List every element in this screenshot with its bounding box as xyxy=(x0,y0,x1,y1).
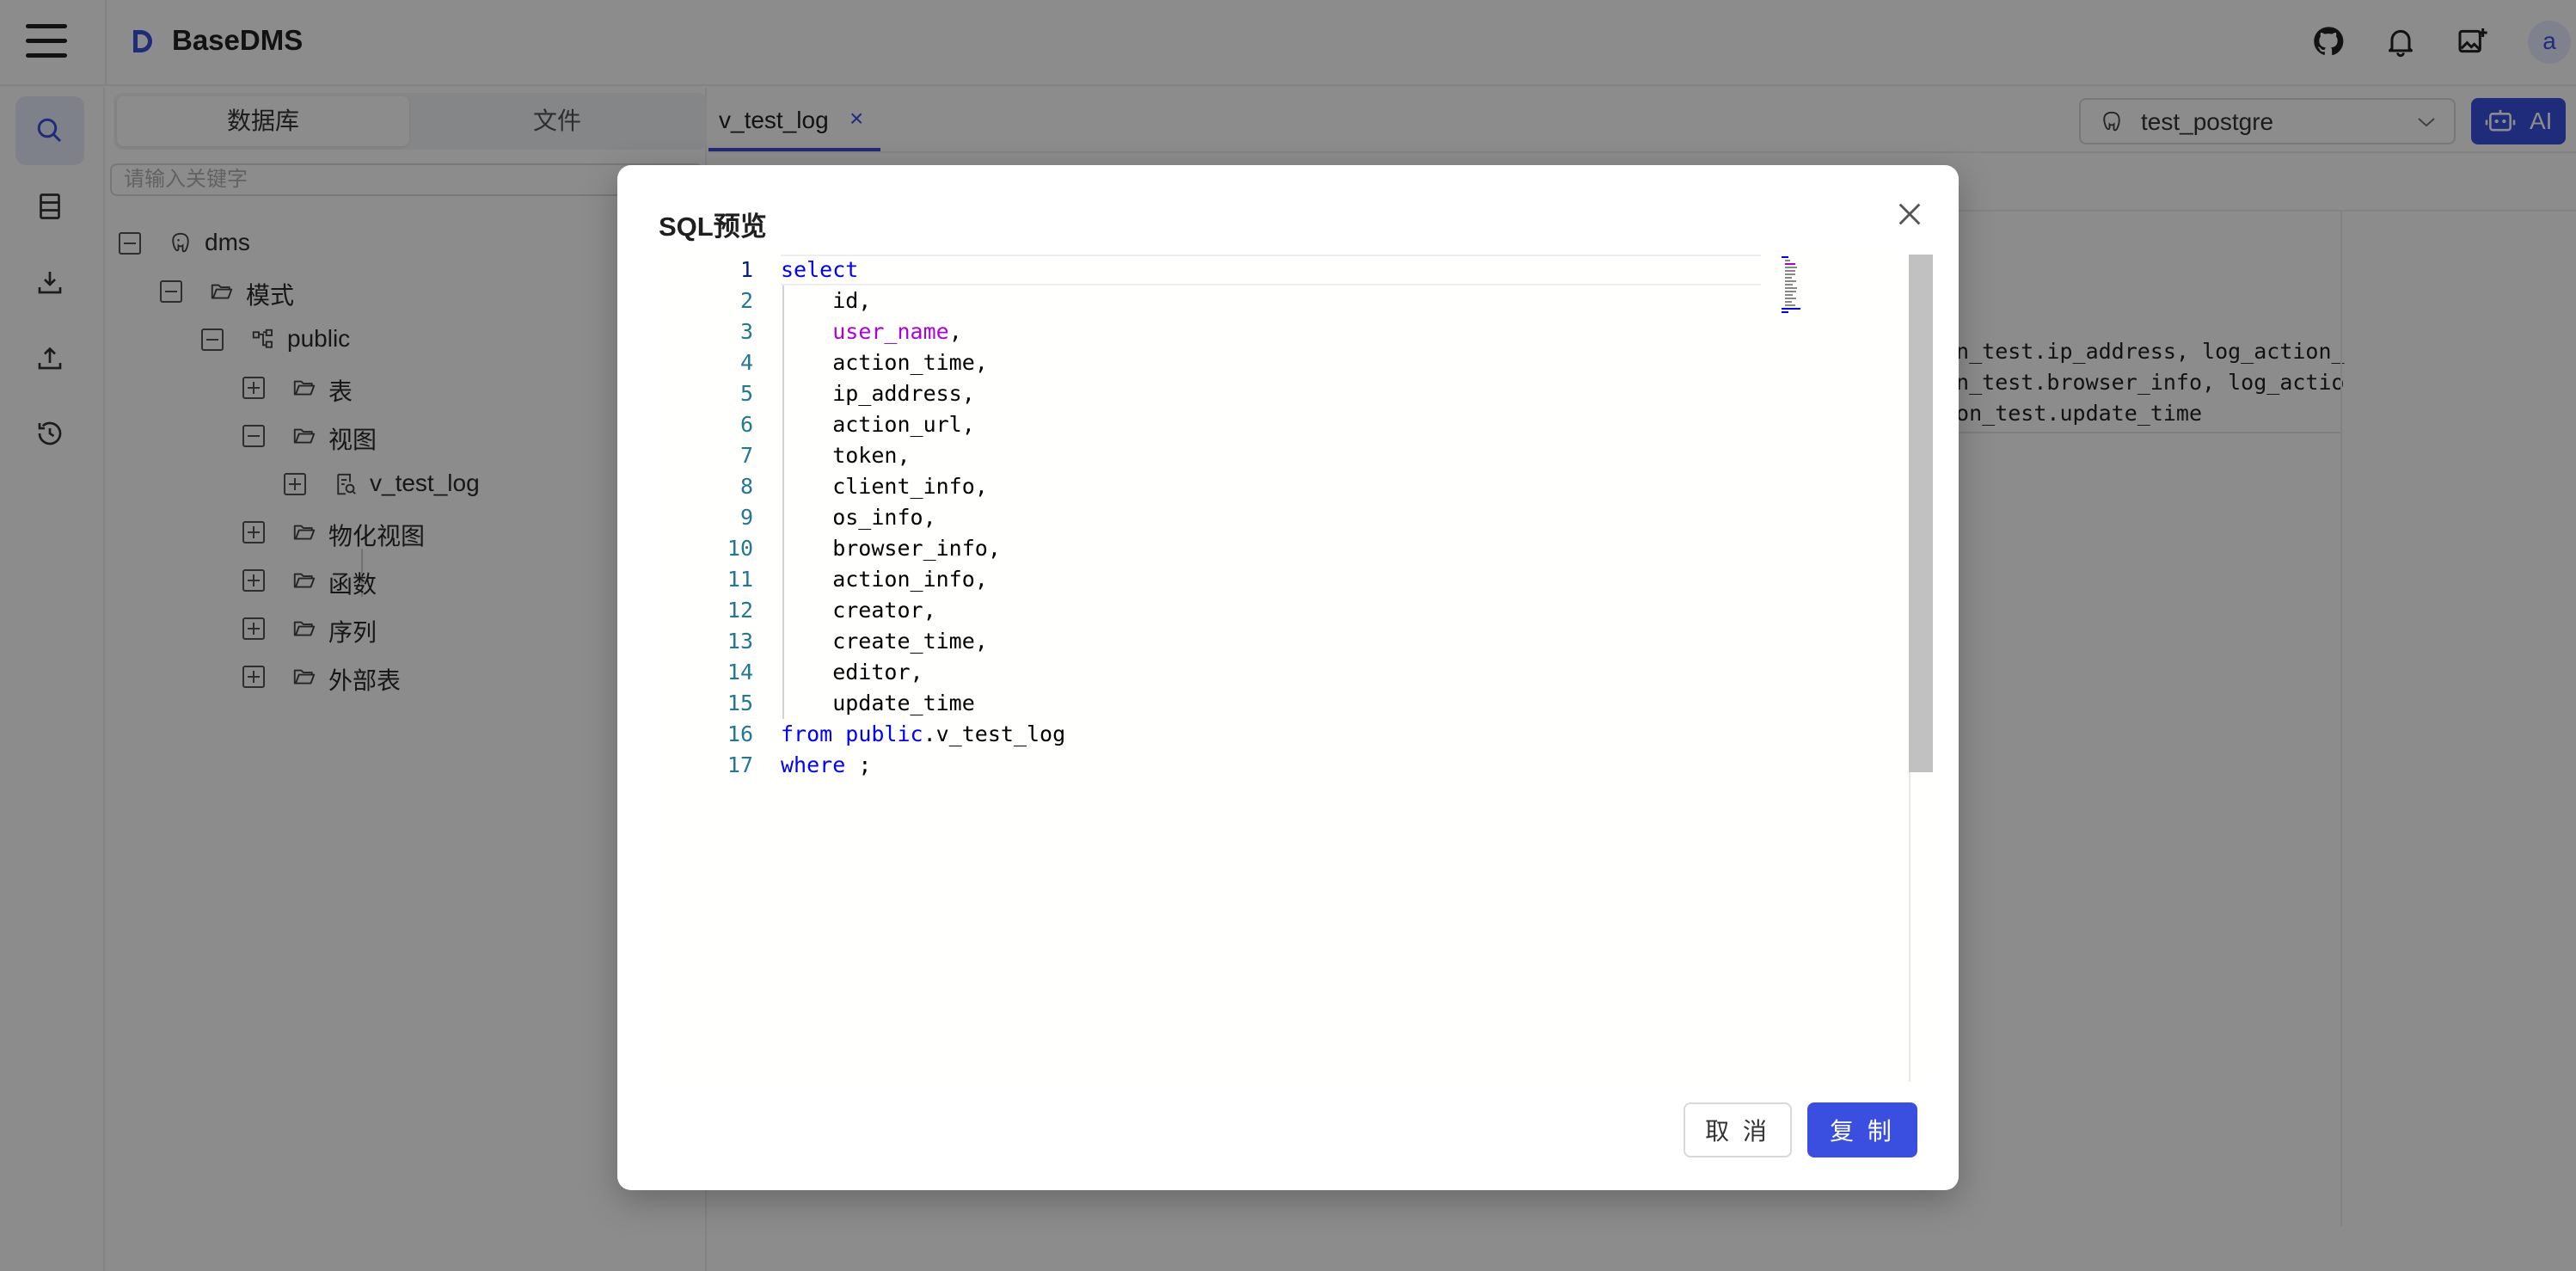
code-area[interactable]: select id, user_name, action_time, ip_ad… xyxy=(781,255,1866,1082)
code-text: os_info, xyxy=(781,505,936,530)
code-line: browser_info, xyxy=(781,533,1001,564)
code-text: creator, xyxy=(781,598,936,623)
code-text: client_info, xyxy=(781,474,988,499)
line-number: 9 xyxy=(739,505,753,530)
code-text: action_url, xyxy=(781,412,975,437)
code-text: update_time xyxy=(781,691,975,715)
code-text: create_time, xyxy=(781,629,988,654)
line-number: 1 xyxy=(739,257,753,282)
scrollbar-thumb[interactable] xyxy=(1909,255,1933,772)
line-number: 4 xyxy=(739,350,753,375)
code-text: id, xyxy=(781,288,872,313)
close-icon[interactable] xyxy=(1895,200,1924,229)
line-number: 12 xyxy=(727,598,753,623)
line-number: 7 xyxy=(739,443,753,468)
code-line: ip_address, xyxy=(781,378,975,409)
code-text: action_info, xyxy=(781,567,988,592)
line-number: 17 xyxy=(727,752,753,777)
line-number: 8 xyxy=(739,474,753,499)
sql-preview-dialog: SQL预览 1 2 3 4 5 6 7 8 9 10 11 12 13 14 15 16 17 select i… xyxy=(617,165,1959,1190)
code-text: token, xyxy=(781,443,911,468)
cancel-button[interactable]: 取 消 xyxy=(1684,1102,1792,1157)
code-line: action_info, xyxy=(781,564,988,595)
code-line: from public.v_test_log xyxy=(781,719,1065,750)
code-text: , xyxy=(948,319,962,344)
code-text: ; xyxy=(845,752,872,777)
line-number: 15 xyxy=(727,691,753,715)
sql-keyword: select xyxy=(781,257,859,282)
code-line: action_time, xyxy=(781,347,988,378)
line-number: 11 xyxy=(727,567,753,592)
code-line: token, xyxy=(781,440,911,471)
code-line: select xyxy=(781,255,858,286)
code-text: editor, xyxy=(781,660,923,685)
sql-identifier: user_name xyxy=(832,319,949,344)
code-line: client_info, xyxy=(781,471,988,502)
editor-minimap[interactable] xyxy=(1782,255,1823,315)
code-line: user_name, xyxy=(781,316,962,347)
line-number: 3 xyxy=(739,319,753,344)
line-number: 5 xyxy=(739,381,753,406)
line-number: 2 xyxy=(739,288,753,313)
code-line: action_url, xyxy=(781,409,975,440)
code-text: browser_info, xyxy=(781,536,1001,561)
code-line: update_time xyxy=(781,688,975,719)
current-line-highlight xyxy=(781,255,1761,286)
code-text: action_time, xyxy=(781,350,988,375)
code-line: id, xyxy=(781,286,871,316)
line-number: 10 xyxy=(727,536,753,561)
line-number: 14 xyxy=(727,660,753,685)
code-line: creator, xyxy=(781,595,936,626)
sql-code-editor[interactable]: 1 2 3 4 5 6 7 8 9 10 11 12 13 14 15 16 17 select id, use… xyxy=(659,255,1933,1082)
line-number: 16 xyxy=(727,721,753,746)
line-number: 6 xyxy=(739,412,753,437)
sql-keyword: where xyxy=(781,752,846,777)
code-line: where ; xyxy=(781,750,871,781)
code-text: ip_address, xyxy=(781,381,975,406)
dialog-title: SQL预览 xyxy=(659,212,767,242)
line-number-gutter: 1 2 3 4 5 6 7 8 9 10 11 12 13 14 15 16 17 xyxy=(659,255,753,1082)
sql-keyword: from xyxy=(781,721,833,746)
code-text: .v_test_log xyxy=(923,721,1066,746)
code-line: editor, xyxy=(781,657,923,688)
code-line: os_info, xyxy=(781,502,936,533)
copy-button[interactable]: 复 制 xyxy=(1807,1102,1917,1157)
code-line: create_time, xyxy=(781,626,988,657)
line-number: 13 xyxy=(727,629,753,654)
sql-keyword: public xyxy=(845,721,923,746)
